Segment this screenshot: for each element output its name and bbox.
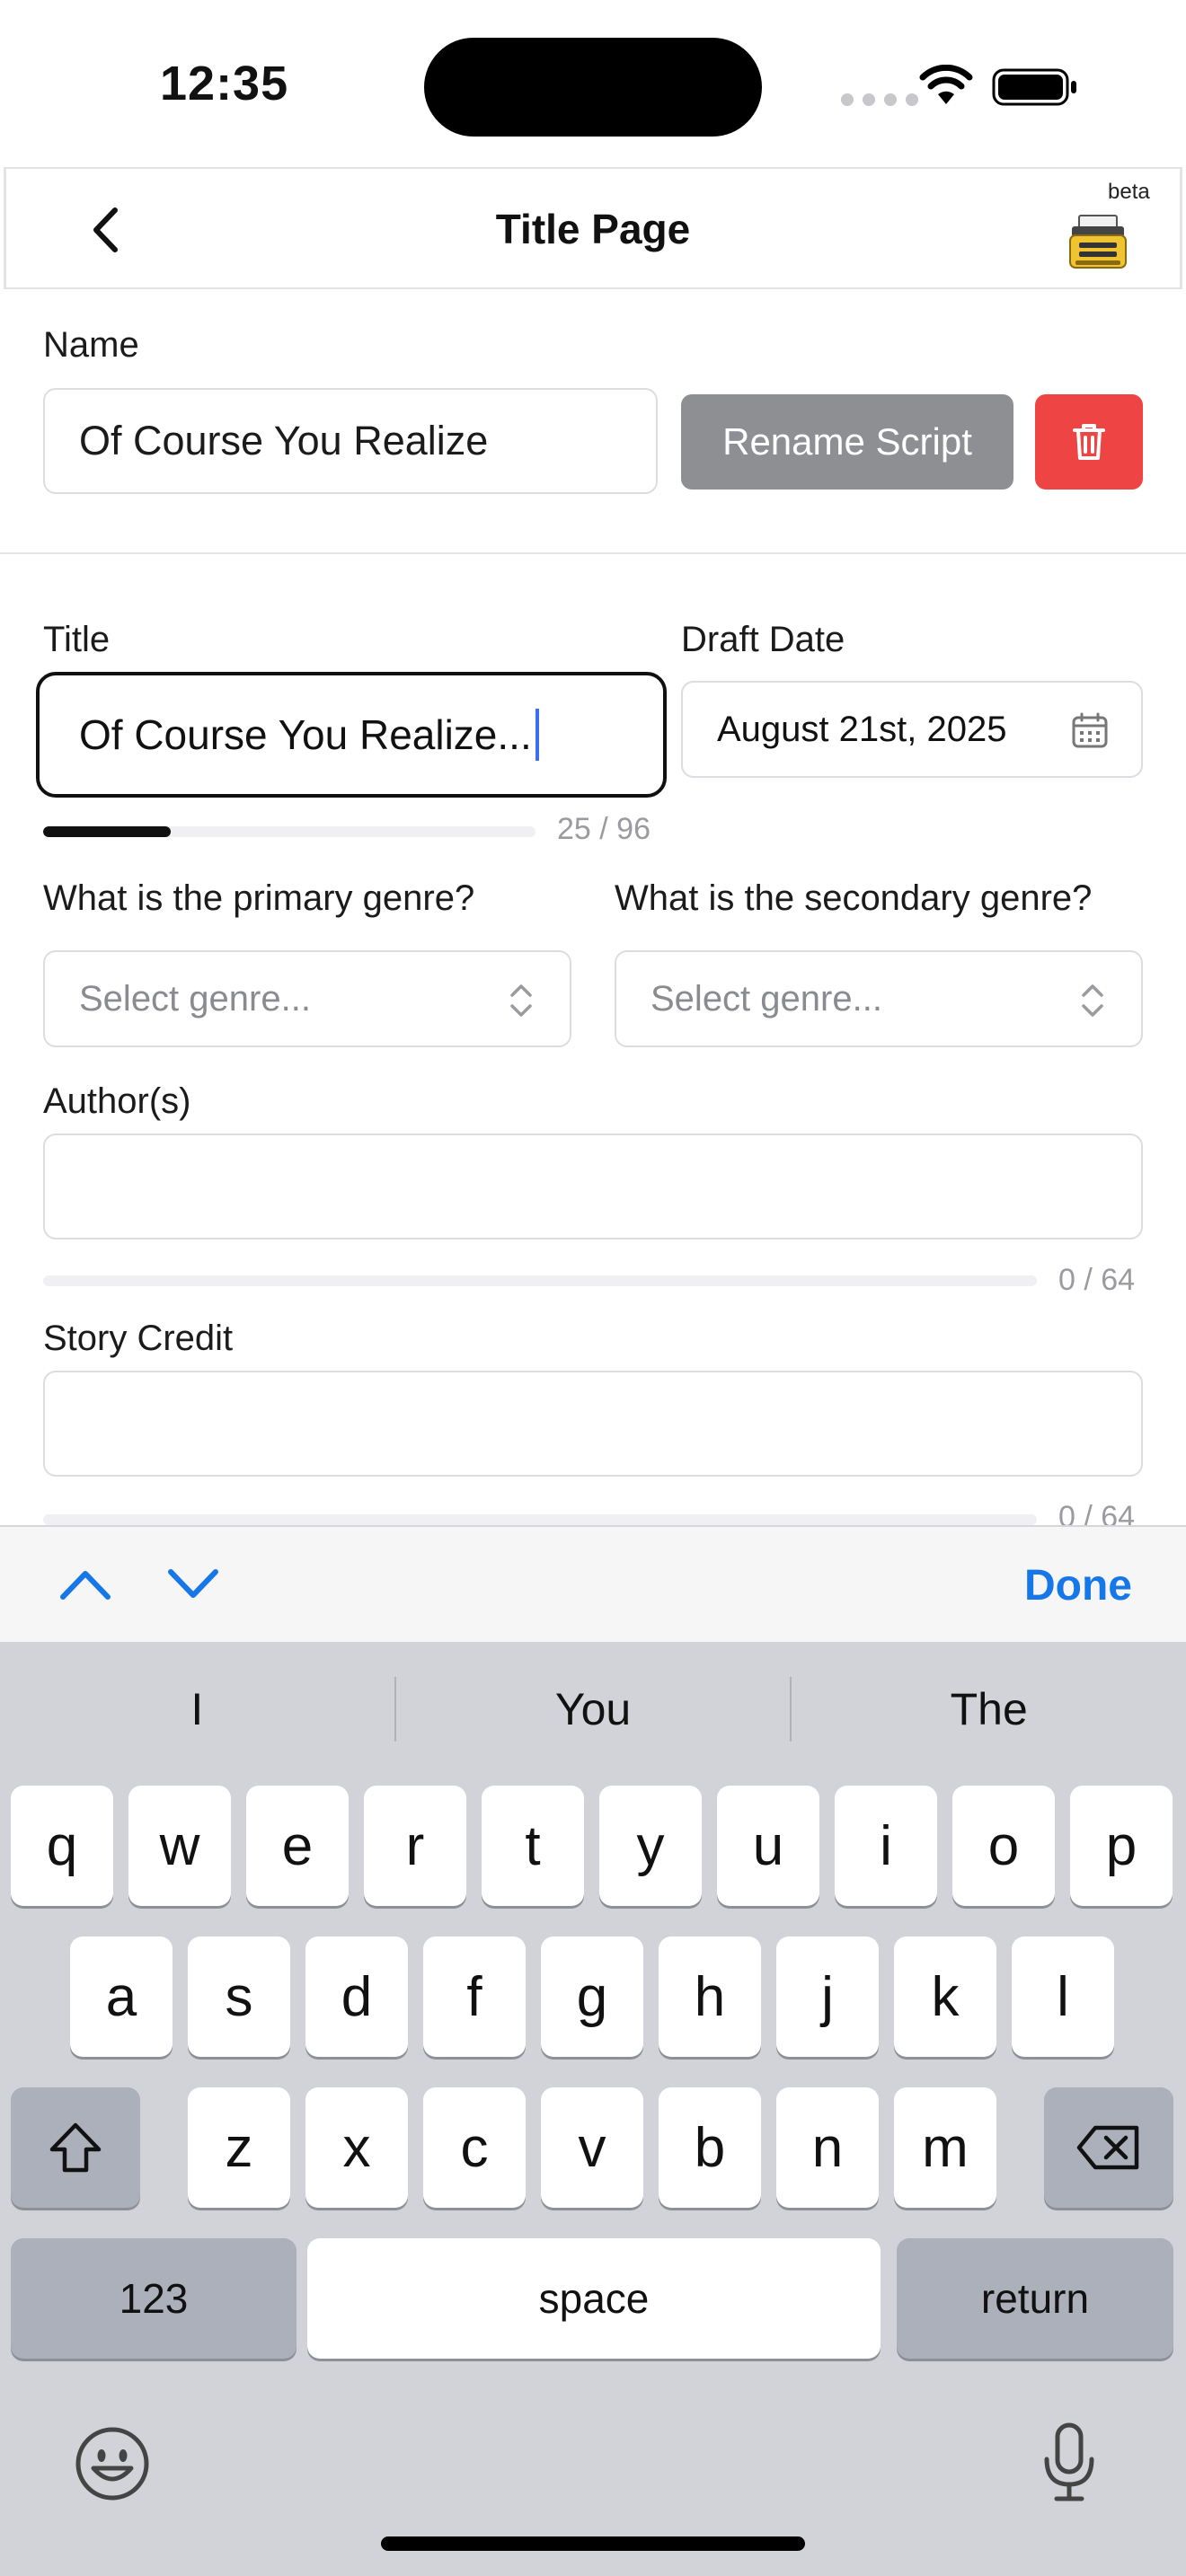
key-u[interactable]: u: [717, 1786, 819, 1906]
primary-genre-label: What is the primary genre?: [43, 878, 475, 918]
suggestion-item[interactable]: You: [396, 1683, 791, 1735]
draft-date-input[interactable]: August 21st, 2025: [681, 681, 1143, 778]
dynamic-island: [424, 38, 762, 137]
key-e[interactable]: e: [246, 1786, 349, 1906]
key-o[interactable]: o: [952, 1786, 1055, 1906]
key-q[interactable]: q: [11, 1786, 113, 1906]
numbers-key[interactable]: 123: [11, 2238, 296, 2359]
suggestion-item[interactable]: The: [792, 1683, 1186, 1735]
key-h[interactable]: h: [659, 1936, 761, 2057]
key-y[interactable]: y: [599, 1786, 702, 1906]
rename-script-button[interactable]: Rename Script: [681, 394, 1013, 490]
secondary-genre-placeholder: Select genre...: [651, 978, 882, 1019]
key-n[interactable]: n: [776, 2087, 879, 2208]
title-progress-fill: [43, 826, 172, 837]
key-x[interactable]: x: [305, 2087, 408, 2208]
key-j[interactable]: j: [776, 1936, 879, 2057]
key-l[interactable]: l: [1012, 1936, 1114, 2057]
shift-key[interactable]: [11, 2087, 140, 2208]
home-indicator: [381, 2536, 805, 2551]
space-key[interactable]: space: [307, 2238, 881, 2359]
authors-input[interactable]: [43, 1134, 1143, 1239]
nav-header: Title Page beta: [4, 167, 1182, 289]
primary-genre-select[interactable]: Select genre...: [43, 950, 571, 1047]
cellular-signal-icon: [841, 93, 918, 106]
shift-arrow-icon: [49, 2122, 102, 2173]
backspace-icon: [1076, 2125, 1139, 2170]
key-z[interactable]: z: [188, 2087, 290, 2208]
name-label: Name: [43, 325, 139, 365]
previous-field-chevron-up-icon[interactable]: [58, 1565, 113, 1604]
battery-icon: [992, 68, 1076, 106]
key-a[interactable]: a: [70, 1936, 173, 2057]
done-button[interactable]: Done: [1024, 1561, 1132, 1610]
draft-date-label: Draft Date: [681, 620, 845, 659]
trash-icon: [1073, 424, 1105, 460]
key-k[interactable]: k: [894, 1936, 996, 2057]
key-d[interactable]: d: [305, 1936, 408, 2057]
key-c[interactable]: c: [423, 2087, 526, 2208]
script-name-input[interactable]: Of Course You Realize: [43, 388, 658, 494]
section-divider: [0, 552, 1186, 554]
key-i[interactable]: i: [835, 1786, 937, 1906]
secondary-genre-label: What is the secondary genre?: [615, 878, 1093, 918]
chevron-up-down-icon: [1082, 984, 1103, 1017]
status-bar: 12:35: [0, 0, 1186, 167]
draft-date-value: August 21st, 2025: [717, 709, 1007, 749]
delete-script-button[interactable]: [1035, 394, 1143, 490]
delete-key[interactable]: [1044, 2087, 1173, 2208]
authors-progress-bar: [43, 1275, 1037, 1286]
keyboard-accessory-bar: Done: [0, 1525, 1186, 1642]
emoji-icon[interactable]: [74, 2425, 151, 2502]
title-label: Title: [43, 620, 111, 659]
key-p[interactable]: p: [1070, 1786, 1173, 1906]
predictive-text-bar: I You The: [0, 1642, 1186, 1777]
wifi-icon: [919, 65, 973, 104]
story-credit-input[interactable]: [43, 1371, 1143, 1477]
primary-genre-placeholder: Select genre...: [79, 978, 311, 1019]
title-input[interactable]: Of Course You Realize...: [36, 672, 667, 798]
return-key[interactable]: return: [897, 2238, 1173, 2359]
status-time: 12:35: [160, 57, 289, 110]
key-w[interactable]: w: [128, 1786, 231, 1906]
secondary-genre-select[interactable]: Select genre...: [615, 950, 1143, 1047]
key-s[interactable]: s: [188, 1936, 290, 2057]
key-g[interactable]: g: [541, 1936, 643, 2057]
suggestion-item[interactable]: I: [0, 1683, 394, 1735]
text-cursor: [535, 709, 539, 761]
title-input-value: Of Course You Realize...: [79, 711, 532, 758]
key-t[interactable]: t: [482, 1786, 584, 1906]
title-char-count: 25 / 96: [557, 812, 651, 846]
key-r[interactable]: r: [364, 1786, 466, 1906]
story-credit-progress-bar: [43, 1514, 1037, 1525]
microphone-icon[interactable]: [1042, 2422, 1096, 2504]
key-f[interactable]: f: [423, 1936, 526, 2057]
title-progress-bar: [43, 826, 535, 837]
key-b[interactable]: b: [659, 2087, 761, 2208]
typewriter-logo-icon[interactable]: [1067, 210, 1129, 273]
next-field-chevron-down-icon[interactable]: [165, 1565, 221, 1604]
story-credit-label: Story Credit: [43, 1319, 234, 1358]
beta-badge: beta: [1108, 180, 1150, 204]
chevron-up-down-icon: [510, 984, 532, 1017]
page-title: Title Page: [495, 206, 691, 252]
authors-label: Author(s): [43, 1081, 191, 1121]
authors-char-count: 0 / 64: [1058, 1263, 1136, 1297]
calendar-icon: [1072, 712, 1108, 748]
key-m[interactable]: m: [894, 2087, 996, 2208]
key-v[interactable]: v: [541, 2087, 643, 2208]
